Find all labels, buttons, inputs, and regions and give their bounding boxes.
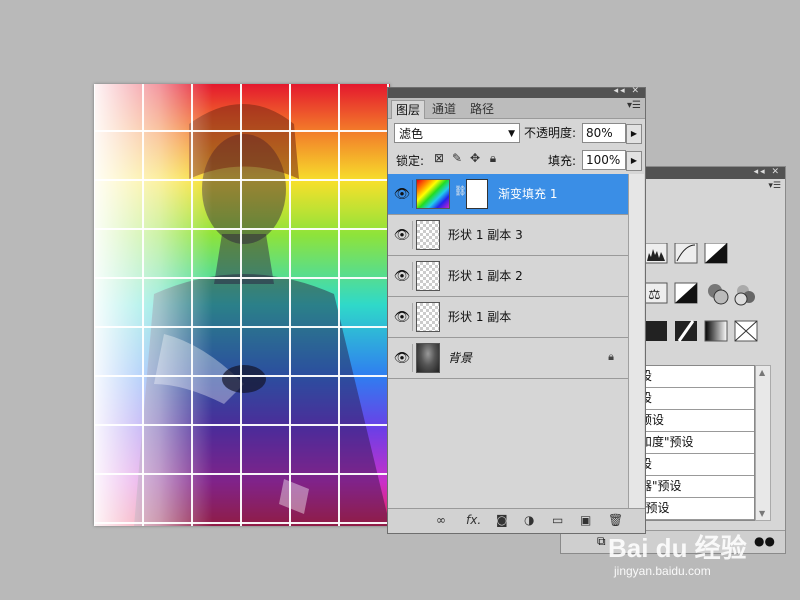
mask-thumbnail[interactable]: [466, 179, 488, 209]
list-item[interactable]: 器"预设: [638, 476, 754, 498]
layers-scrollbar[interactable]: [628, 174, 644, 508]
layer-row[interactable]: 👁︎ 形状 1 副本: [388, 297, 628, 338]
list-item[interactable]: 预设: [638, 410, 754, 432]
visibility-eye-icon[interactable]: 👁︎: [392, 221, 413, 249]
layer-thumbnail: [416, 343, 440, 373]
tab-paths[interactable]: 路径: [466, 100, 498, 118]
blend-mode-select[interactable]: 滤色 ▼: [394, 123, 520, 143]
fill-slider-button[interactable]: ▶: [626, 151, 642, 171]
visibility-eye-icon[interactable]: 👁︎: [392, 180, 413, 208]
opacity-slider-button[interactable]: ▶: [626, 124, 642, 144]
collapse-icon[interactable]: ◂◂ ✕: [754, 167, 781, 177]
threshold-icon: [675, 320, 697, 342]
balance-icon: ⚖: [645, 282, 668, 304]
layer-thumbnail: [416, 302, 440, 332]
folder-icon[interactable]: ▭: [552, 513, 563, 527]
layer-name[interactable]: 形状 1 副本: [448, 297, 511, 337]
black-white-icon: [674, 282, 698, 304]
layer-list: 👁︎ ⛓︎ 渐变填充 1 👁︎ 形状 1 副本 3 👁︎ 形状 1 副本 2 👁…: [388, 174, 628, 379]
adjustment-layer-icon[interactable]: ◑: [524, 513, 534, 527]
adjustment-icon-grid: ⚖: [645, 243, 758, 342]
layers-titlebar[interactable]: ◂◂ ✕: [388, 86, 645, 98]
layer-row[interactable]: 👁︎ 形状 1 副本 3: [388, 215, 628, 256]
grid-shapes: [94, 84, 390, 526]
link-icon[interactable]: ⛓︎: [454, 186, 467, 197]
watermark-url: jingyan.baidu.com: [614, 564, 711, 578]
layer-name[interactable]: 渐变填充 1: [498, 174, 557, 214]
layers-panel[interactable]: ◂◂ ✕ 图层 通道 路径 ▾☰ 滤色 ▼ 不透明度: 80% ▶ 锁定: ⊠ ✎…: [387, 86, 646, 534]
photo-filter-icon: [708, 284, 729, 305]
panel-tabs: 图层 通道 路径 ▾☰: [388, 98, 645, 119]
expand-view-icon[interactable]: ⧉: [597, 534, 606, 549]
blend-mode-value: 滤色: [399, 127, 424, 141]
opacity-input[interactable]: 80%: [582, 123, 626, 143]
list-item[interactable]: 和度"预设: [638, 432, 754, 454]
watermark-brand: Bai du 经验: [608, 533, 747, 563]
layer-row[interactable]: 👁︎ 形状 1 副本 2: [388, 256, 628, 297]
channel-mixer-icon: [734, 285, 755, 306]
lock-options: ⊠ ✎ ✥ 🔒︎: [432, 151, 504, 166]
exposure-icon: [704, 243, 728, 264]
posterize-icon: [645, 321, 667, 341]
visibility-eye-icon[interactable]: 👁︎: [392, 344, 413, 372]
layer-row[interactable]: 👁︎ ⛓︎ 渐变填充 1: [388, 174, 628, 215]
new-layer-icon[interactable]: ▣: [580, 513, 591, 527]
link-layers-icon[interactable]: ∞: [436, 513, 446, 527]
layer-name[interactable]: 背景: [448, 338, 472, 378]
svg-text:⚖: ⚖: [648, 287, 661, 303]
lock-transparency-icon[interactable]: ⊠: [432, 151, 446, 165]
visibility-eye-icon[interactable]: 👁︎: [392, 262, 413, 290]
scroll-down-icon[interactable]: ▼: [759, 509, 765, 518]
curves-icon: [674, 243, 698, 264]
add-mask-icon[interactable]: ◙: [496, 513, 508, 527]
list-item[interactable]: 设: [638, 454, 754, 476]
gradient-thumbnail: [416, 179, 450, 209]
chevron-down-icon: ▼: [508, 129, 515, 139]
layers-footer: ∞ fx. ◙ ◑ ▭ ▣ 🗑︎: [388, 508, 645, 533]
tab-channels[interactable]: 通道: [428, 100, 460, 118]
tab-layers[interactable]: 图层: [391, 100, 426, 119]
lock-position-icon[interactable]: ✥: [468, 151, 482, 165]
levels-icon: [645, 243, 668, 264]
panel-menu-icon[interactable]: ▾☰: [768, 181, 781, 191]
panel-menu-icon[interactable]: ▾☰: [627, 100, 641, 111]
list-item[interactable]: "预设: [638, 498, 754, 520]
collapse-icon[interactable]: ◂◂ ✕: [614, 86, 641, 96]
list-item[interactable]: 设: [638, 366, 754, 388]
selective-color-icon: [734, 320, 758, 342]
lock-pixels-icon[interactable]: ✎: [450, 151, 464, 165]
presets-scrollbar[interactable]: ▲ ▼: [755, 365, 771, 521]
list-item[interactable]: 设: [638, 388, 754, 410]
layer-row[interactable]: 👁︎ 背景 🔒︎: [388, 338, 628, 379]
lock-icon: 🔒︎: [608, 350, 614, 363]
lock-label: 锁定:: [396, 154, 425, 168]
fill-input[interactable]: 100%: [582, 150, 626, 170]
scroll-up-icon[interactable]: ▲: [759, 368, 765, 377]
clip-icon[interactable]: ●●: [754, 534, 775, 548]
layer-name[interactable]: 形状 1 副本 3: [448, 215, 523, 255]
gradient-map-icon: [704, 320, 728, 342]
opacity-label: 不透明度:: [524, 126, 577, 140]
lock-all-icon[interactable]: 🔒︎: [486, 151, 500, 166]
layer-thumbnail: [416, 220, 440, 250]
layer-name[interactable]: 形状 1 副本 2: [448, 256, 523, 296]
visibility-eye-icon[interactable]: 👁︎: [392, 303, 413, 331]
document-canvas[interactable]: [94, 84, 390, 526]
trash-icon[interactable]: 🗑︎: [608, 513, 623, 527]
fill-label: 填充:: [548, 154, 577, 168]
layer-thumbnail: [416, 261, 440, 291]
fx-icon[interactable]: fx.: [466, 513, 481, 527]
adjustment-presets-list[interactable]: 设 设 预设 和度"预设 设 器"预设 "预设: [637, 365, 755, 521]
